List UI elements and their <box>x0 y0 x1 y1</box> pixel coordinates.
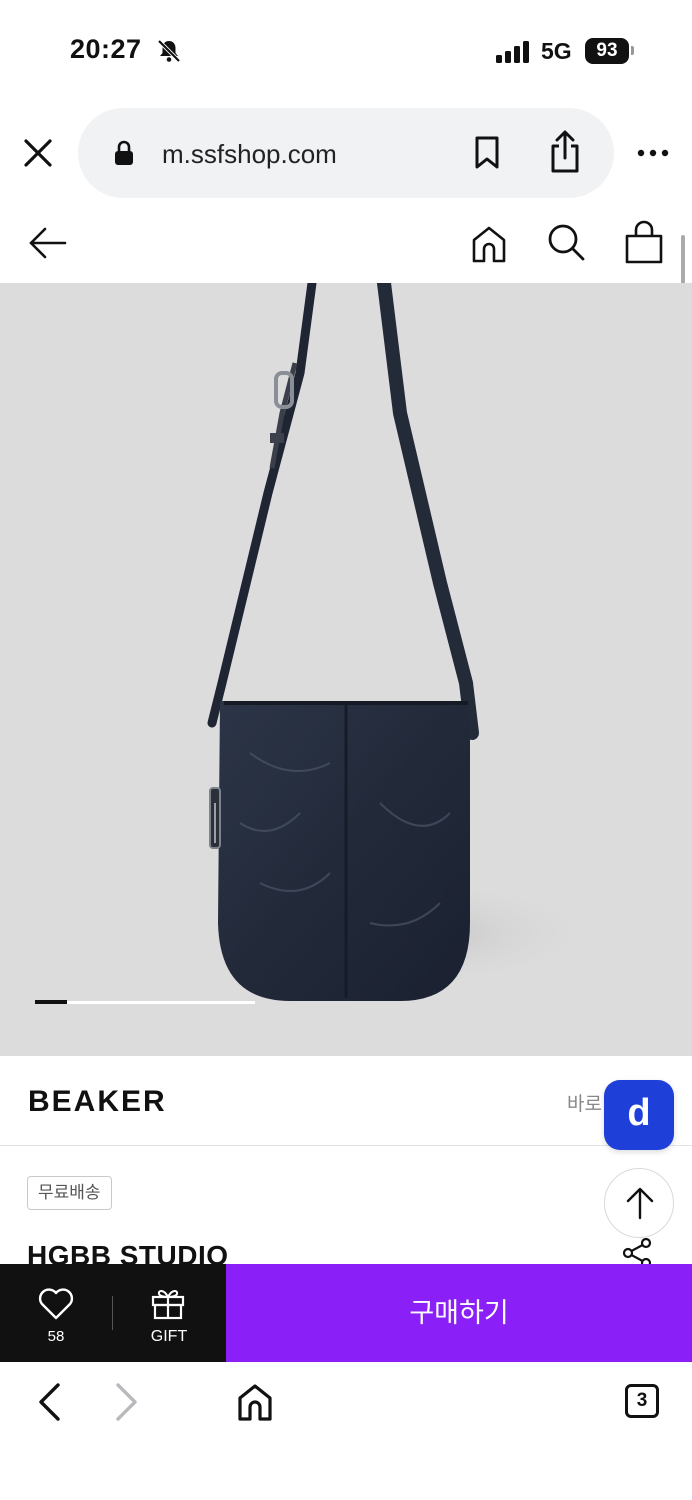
gift-icon <box>151 1290 185 1320</box>
home-icon[interactable] <box>236 1382 274 1422</box>
brand-shortcut-link[interactable]: 바로 <box>567 1089 602 1116</box>
bag-illustration <box>200 283 600 1001</box>
gift-button[interactable]: GIFT <box>112 1264 226 1362</box>
signal-icon <box>496 41 529 63</box>
back-arrow-icon[interactable] <box>28 226 68 260</box>
bag-icon[interactable] <box>624 220 664 264</box>
status-time: 20:27 <box>70 34 142 64</box>
heart-icon <box>38 1288 74 1320</box>
url-text[interactable]: m.ssfshop.com <box>162 139 337 170</box>
buy-button[interactable]: 구매하기 <box>226 1264 692 1362</box>
d-app-button[interactable]: d <box>604 1080 674 1150</box>
bell-muted-icon <box>157 39 181 63</box>
bookmark-icon[interactable] <box>474 136 500 170</box>
like-button[interactable]: 58 <box>0 1264 112 1362</box>
url-bar[interactable]: m.ssfshop.com <box>78 108 614 198</box>
chevron-right-icon[interactable] <box>110 1382 142 1422</box>
like-count: 58 <box>47 1328 65 1345</box>
tabs-button[interactable]: 3 <box>625 1384 659 1418</box>
arrow-up-icon <box>626 1187 654 1220</box>
gift-label: GIFT <box>150 1328 188 1345</box>
close-icon[interactable] <box>22 137 54 169</box>
status-bar: 20:27 5G 93 <box>0 0 692 100</box>
battery-indicator: 93 <box>585 38 629 64</box>
network-label: 5G <box>541 38 572 64</box>
image-slider-progress <box>35 1000 67 1004</box>
scroll-top-button[interactable] <box>604 1168 674 1238</box>
lock-icon <box>115 140 133 165</box>
battery-nub <box>631 46 634 55</box>
share-icon[interactable] <box>548 130 582 174</box>
image-slider-track <box>35 1001 255 1004</box>
chevron-left-icon[interactable] <box>34 1382 66 1422</box>
brand-name[interactable]: BEAKER <box>28 1085 167 1119</box>
more-icon[interactable] <box>636 142 670 164</box>
home-icon[interactable] <box>470 224 508 264</box>
search-icon[interactable] <box>546 222 586 262</box>
bar-divider <box>112 1296 113 1330</box>
purchase-bar: 58 GIFT 구매하기 <box>0 1264 692 1362</box>
product-image[interactable] <box>0 283 692 1056</box>
brand-row: BEAKER 바로 <box>0 1056 692 1146</box>
free-shipping-badge: 무료배송 <box>27 1176 112 1210</box>
